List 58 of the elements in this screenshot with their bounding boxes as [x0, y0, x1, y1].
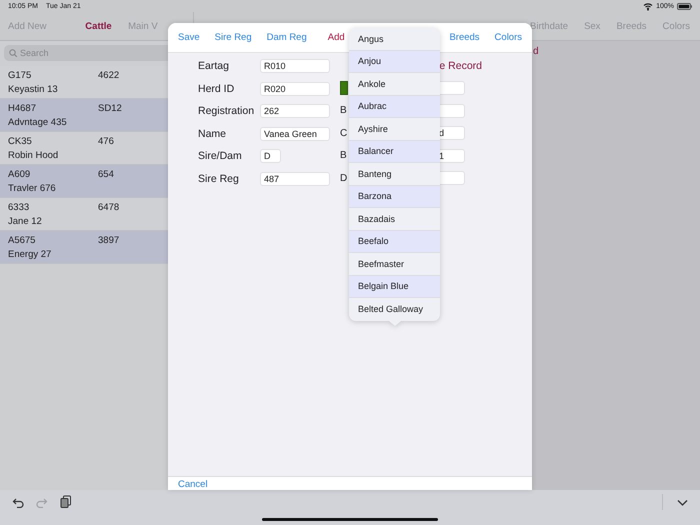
- cattle-number: 654: [98, 168, 115, 180]
- cattle-number: 4622: [98, 70, 120, 80]
- cattle-name: Robin Hood: [8, 150, 60, 160]
- cattle-name: Jane 12: [8, 216, 43, 226]
- field-label: B: [340, 105, 347, 116]
- wifi-icon: [643, 2, 654, 10]
- toolbar-button[interactable]: Save: [178, 32, 200, 43]
- field-label: C: [340, 128, 348, 139]
- toolbar-button[interactable]: Sire Reg: [214, 32, 252, 43]
- cattle-number: SD12: [98, 102, 123, 114]
- cattle-number: 3897: [98, 234, 120, 246]
- toolbar-button[interactable]: Dam Reg: [266, 32, 307, 43]
- eartag-text: CK35: [8, 136, 33, 146]
- toolbar-button[interactable]: Colors: [494, 32, 522, 43]
- input-field[interactable]: D: [260, 149, 281, 164]
- breed-option[interactable]: Beefalo: [349, 230, 440, 253]
- action-button[interactable]: [340, 81, 348, 96]
- breed-option[interactable]: Barzona: [349, 186, 440, 208]
- input-field[interactable]: 487: [260, 172, 330, 186]
- undo-icon[interactable]: [12, 496, 24, 508]
- input-field[interactable]: 262: [260, 104, 330, 118]
- breed-option[interactable]: Anjou: [349, 50, 440, 73]
- toolbar-button[interactable]: Add: [328, 32, 345, 43]
- cattle-name: Advntage 435: [8, 116, 68, 128]
- field-label: Name: [198, 128, 228, 140]
- battery-icon: [677, 2, 692, 10]
- field-label: Eartag: [198, 60, 230, 72]
- clipboard-icon[interactable]: [60, 495, 72, 509]
- cattle-name: Travler 676: [8, 182, 57, 194]
- field-label: Sire Reg: [198, 172, 240, 185]
- toolbar-button[interactable]: Breeds: [449, 32, 480, 43]
- eartag-text: G175: [8, 70, 32, 80]
- cattle-name: Energy 27: [8, 248, 52, 260]
- eartag-text: A5675: [8, 234, 36, 246]
- chevron-down-icon[interactable]: [677, 498, 688, 506]
- cattle-name: Keyastin 13: [8, 84, 59, 94]
- field-label: B: [340, 150, 347, 162]
- input-field[interactable]: Vanea Green: [260, 126, 330, 141]
- field-label: Sire/Dam: [198, 150, 243, 162]
- eartag-text: H4687: [8, 102, 37, 114]
- eartag-text: 6333: [8, 202, 30, 212]
- field-label: D: [340, 172, 348, 184]
- eartag-text: A609: [8, 168, 32, 180]
- cattle-number: 6478: [98, 202, 120, 212]
- search-icon: [9, 49, 17, 57]
- field-label: Herd ID: [198, 82, 236, 95]
- input-field[interactable]: R010: [260, 59, 330, 74]
- field-label: Registration: [198, 105, 256, 118]
- detail-text: d: [533, 46, 539, 57]
- cancel-button[interactable]: Cancel: [178, 479, 208, 490]
- breed-option[interactable]: Belted Galloway: [349, 298, 440, 320]
- breed-option[interactable]: Aubrac: [349, 96, 440, 118]
- cattle-number: 476: [98, 136, 115, 146]
- record-title: e Record: [439, 59, 482, 74]
- input-field[interactable]: R020: [260, 82, 330, 96]
- nav-title: Cattle: [84, 20, 113, 32]
- breed-option[interactable]: Balancer: [349, 140, 440, 163]
- breed-option[interactable]: Belgain Blue: [349, 276, 440, 298]
